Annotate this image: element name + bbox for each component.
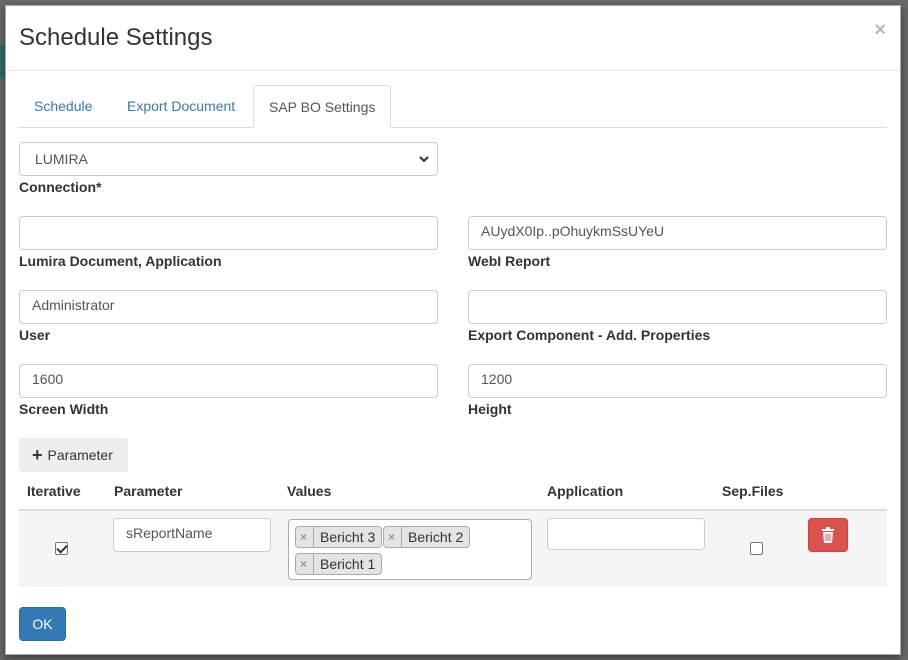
ok-button[interactable]: OK <box>19 607 66 641</box>
export-component-label: Export Component - Add. Properties <box>468 327 711 343</box>
lumira-document-label: Lumira Document, Application <box>19 253 222 269</box>
trash-icon <box>822 527 834 543</box>
sep-files-checkbox[interactable] <box>750 542 763 555</box>
close-icon[interactable]: × <box>874 20 886 40</box>
values-multiselect[interactable]: × Bericht 3 × Bericht 2 × Bericht 1 <box>288 519 532 580</box>
chevron-down-icon <box>419 156 429 163</box>
webi-report-input[interactable]: AUydX0Ip..pOhuykmSsUYeU <box>468 216 887 250</box>
column-header-sep-files: Sep.Files <box>722 483 784 499</box>
webi-report-label: WebI Report <box>468 253 551 269</box>
column-header-iterative: Iterative <box>27 483 81 499</box>
add-parameter-button[interactable]: + Parameter <box>19 438 128 472</box>
column-header-parameter: Parameter <box>114 483 183 499</box>
height-input[interactable]: 1200 <box>468 364 887 398</box>
plus-icon: + <box>32 445 43 465</box>
user-input[interactable]: Administrator <box>19 290 438 324</box>
tab-sap-bo-settings[interactable]: SAP BO Settings <box>253 85 392 128</box>
tab-bar: Schedule Export Document SAP BO Settings <box>19 85 887 128</box>
value-tag: × Bericht 2 <box>383 526 471 548</box>
iterative-checkbox[interactable] <box>55 542 68 555</box>
schedule-settings-modal: Schedule Settings × Schedule Export Docu… <box>5 5 901 655</box>
connection-select-value: LUMIRA <box>35 151 88 167</box>
column-header-values: Values <box>287 483 332 499</box>
remove-tag-icon[interactable]: × <box>388 527 403 547</box>
parameter-name-input[interactable]: sReportName <box>113 518 271 552</box>
screen-width-label: Screen Width <box>19 401 109 417</box>
value-tag-label: Bericht 3 <box>320 529 376 545</box>
connection-select[interactable]: LUMIRA <box>19 142 438 176</box>
delete-parameter-button[interactable] <box>808 518 848 552</box>
tab-export-document[interactable]: Export Document <box>112 85 250 127</box>
screen-width-input[interactable]: 1600 <box>19 364 438 398</box>
application-input[interactable] <box>547 518 705 550</box>
remove-tag-icon[interactable]: × <box>300 554 315 574</box>
column-header-application: Application <box>547 483 624 499</box>
value-tag-label: Bericht 1 <box>320 556 376 572</box>
add-parameter-label: Parameter <box>47 447 113 463</box>
lumira-document-input[interactable] <box>19 216 438 250</box>
height-label: Height <box>468 401 512 417</box>
remove-tag-icon[interactable]: × <box>300 527 315 547</box>
tab-schedule[interactable]: Schedule <box>19 85 107 127</box>
value-tag-label: Bericht 2 <box>408 529 464 545</box>
user-label: User <box>19 327 51 343</box>
connection-label: Connection* <box>19 179 102 195</box>
modal-title: Schedule Settings <box>19 24 213 51</box>
value-tag: × Bericht 3 <box>295 526 383 548</box>
value-tag: × Bericht 1 <box>295 553 383 575</box>
export-component-input[interactable] <box>468 290 887 324</box>
modal-header: Schedule Settings × <box>6 6 900 71</box>
